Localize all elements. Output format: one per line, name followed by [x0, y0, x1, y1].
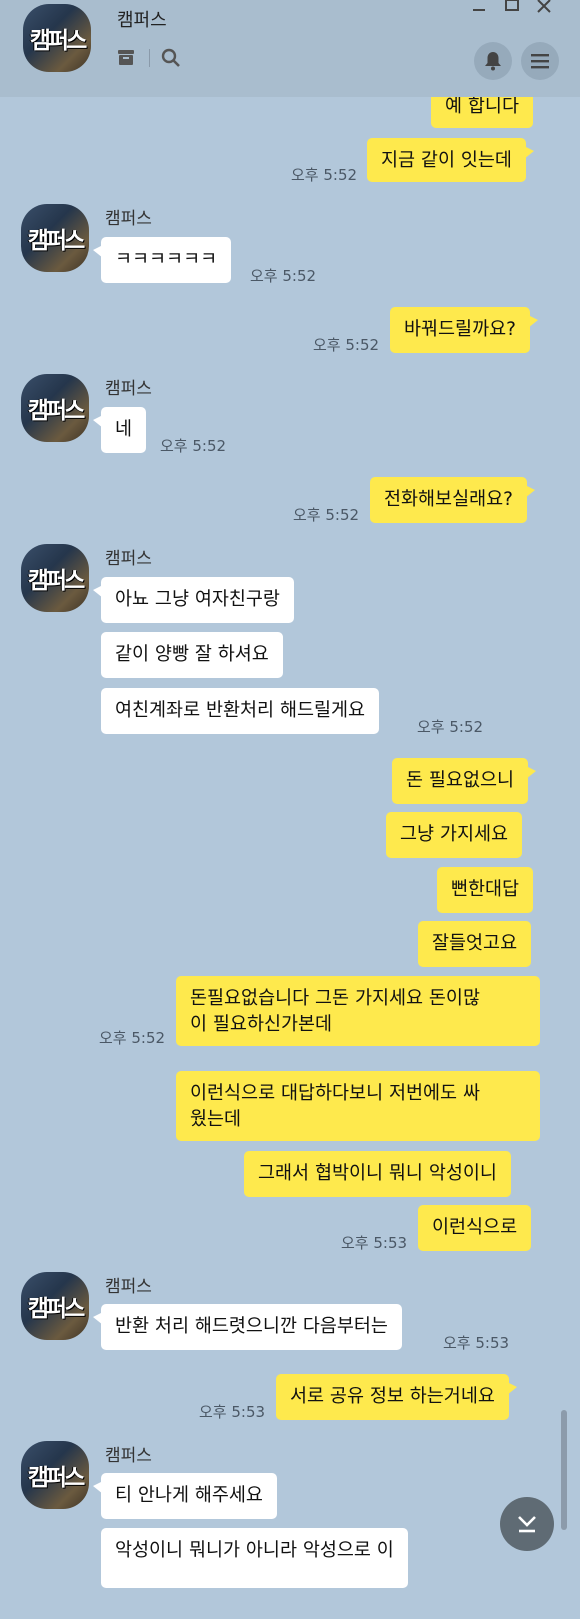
- scroll-to-bottom-button[interactable]: [500, 1497, 554, 1551]
- avatar-logo-text: 캠퍼스: [27, 568, 85, 594]
- my-message-bubble[interactable]: 바꿔드릴까요?: [390, 307, 538, 353]
- message-time: 오후 5:52: [313, 336, 380, 354]
- avatar-logo-text: 캠퍼스: [27, 228, 85, 254]
- their-message-bubble[interactable]: 악성이니 뭐니가 아니라 악성으로 이: [101, 1528, 408, 1588]
- sender-name: 캠퍼스: [105, 209, 152, 229]
- minimize-icon[interactable]: [472, 0, 486, 18]
- message-line: 이 필요하신가본데: [190, 1014, 333, 1035]
- sender-name: 캠퍼스: [105, 379, 152, 399]
- sender-avatar[interactable]: 캠퍼스: [21, 1272, 89, 1340]
- message-time: 오후 5:53: [341, 1234, 408, 1252]
- message-line: 웠는데: [190, 1109, 242, 1130]
- sender-avatar[interactable]: 캠퍼스: [21, 1441, 89, 1509]
- sender-avatar[interactable]: 캠퍼스: [21, 204, 89, 272]
- message-time: 오후 5:53: [443, 1334, 510, 1352]
- header-divider: [149, 49, 150, 67]
- my-message-bubble[interactable]: 잘들엇고요: [418, 921, 532, 967]
- sender-name: 캠퍼스: [105, 1277, 152, 1297]
- avatar-logo-text: 캠퍼스: [27, 1296, 85, 1322]
- message-time: 오후 5:52: [293, 506, 360, 524]
- my-message-bubble[interactable]: 그냥 가지세요: [386, 812, 523, 858]
- bell-icon: [485, 52, 501, 71]
- chevron-down-icon: [518, 1516, 536, 1533]
- my-message-bubble[interactable]: 그래서 협박이니 뭐니 악성이니: [244, 1151, 511, 1197]
- their-message-bubble[interactable]: 아뇨 그냥 여자친구랑: [93, 577, 294, 623]
- maximize-icon[interactable]: [505, 0, 519, 18]
- menu-button[interactable]: [521, 42, 559, 80]
- avatar-logo-text: 캠퍼스: [27, 398, 85, 424]
- their-message-bubble[interactable]: 같이 양빵 잘 하셔요: [101, 632, 283, 678]
- archive-icon[interactable]: [117, 48, 135, 70]
- message-time: 오후 5:52: [160, 437, 227, 455]
- message-time: 오후 5:53: [199, 1403, 266, 1421]
- my-message-bubble[interactable]: 이런식으로 대답하다보니 저번에도 싸 웠는데: [176, 1071, 540, 1141]
- my-message-bubble[interactable]: 이런식으로: [418, 1205, 532, 1251]
- message-line: 이런식으로 대답하다보니 저번에도 싸: [190, 1083, 480, 1104]
- search-icon[interactable]: [161, 48, 181, 72]
- my-message-bubble[interactable]: 돈필요없습니다 그돈 가지세요 돈이많 이 필요하신가본데: [176, 976, 540, 1046]
- scrollbar-thumb[interactable]: [561, 1410, 567, 1530]
- message-time: 오후 5:52: [291, 166, 358, 184]
- header-avatar[interactable]: 캠퍼스: [23, 4, 91, 72]
- my-message-bubble[interactable]: 뻔한대답: [437, 867, 534, 913]
- close-icon[interactable]: [537, 0, 551, 18]
- avatar-logo-text: 캠퍼스: [27, 1465, 85, 1491]
- their-message-bubble[interactable]: 티 안나게 해주세요: [93, 1473, 277, 1519]
- their-message-bubble[interactable]: 네: [92, 407, 147, 453]
- my-message-bubble[interactable]: 전화해보실래요?: [370, 477, 535, 523]
- sender-name: 캠퍼스: [105, 549, 152, 569]
- sender-name: 캠퍼스: [105, 1446, 152, 1466]
- avatar-logo-text: 캠퍼스: [29, 28, 87, 54]
- notification-bell-button[interactable]: [474, 42, 512, 80]
- hamburger-menu-icon: [531, 54, 549, 69]
- their-message-bubble[interactable]: 반환 처리 해드렷으니깐 다음부터는: [93, 1304, 402, 1350]
- message-time: 오후 5:52: [99, 1029, 166, 1047]
- message-line: 돈필요없습니다 그돈 가지세요 돈이많: [190, 988, 480, 1009]
- chat-room-name: 캠퍼스: [117, 10, 167, 31]
- their-message-bubble[interactable]: ㅋㅋㅋㅋㅋㅋ: [92, 237, 232, 283]
- my-message-bubble[interactable]: 돈 필요없으니: [392, 758, 537, 804]
- chat-header: 캠퍼스 캠퍼스: [0, 0, 580, 97]
- my-message-bubble[interactable]: 지금 같이 잇는데: [367, 138, 534, 182]
- my-message-bubble[interactable]: 서로 공유 정보 하는거네요: [276, 1374, 517, 1420]
- sender-avatar[interactable]: 캠퍼스: [21, 544, 89, 612]
- message-time: 오후 5:52: [250, 267, 317, 285]
- their-message-bubble[interactable]: 여친계좌로 반환처리 해드릴게요: [101, 688, 380, 734]
- message-time: 오후 5:52: [417, 718, 484, 736]
- sender-avatar[interactable]: 캠퍼스: [21, 374, 89, 442]
